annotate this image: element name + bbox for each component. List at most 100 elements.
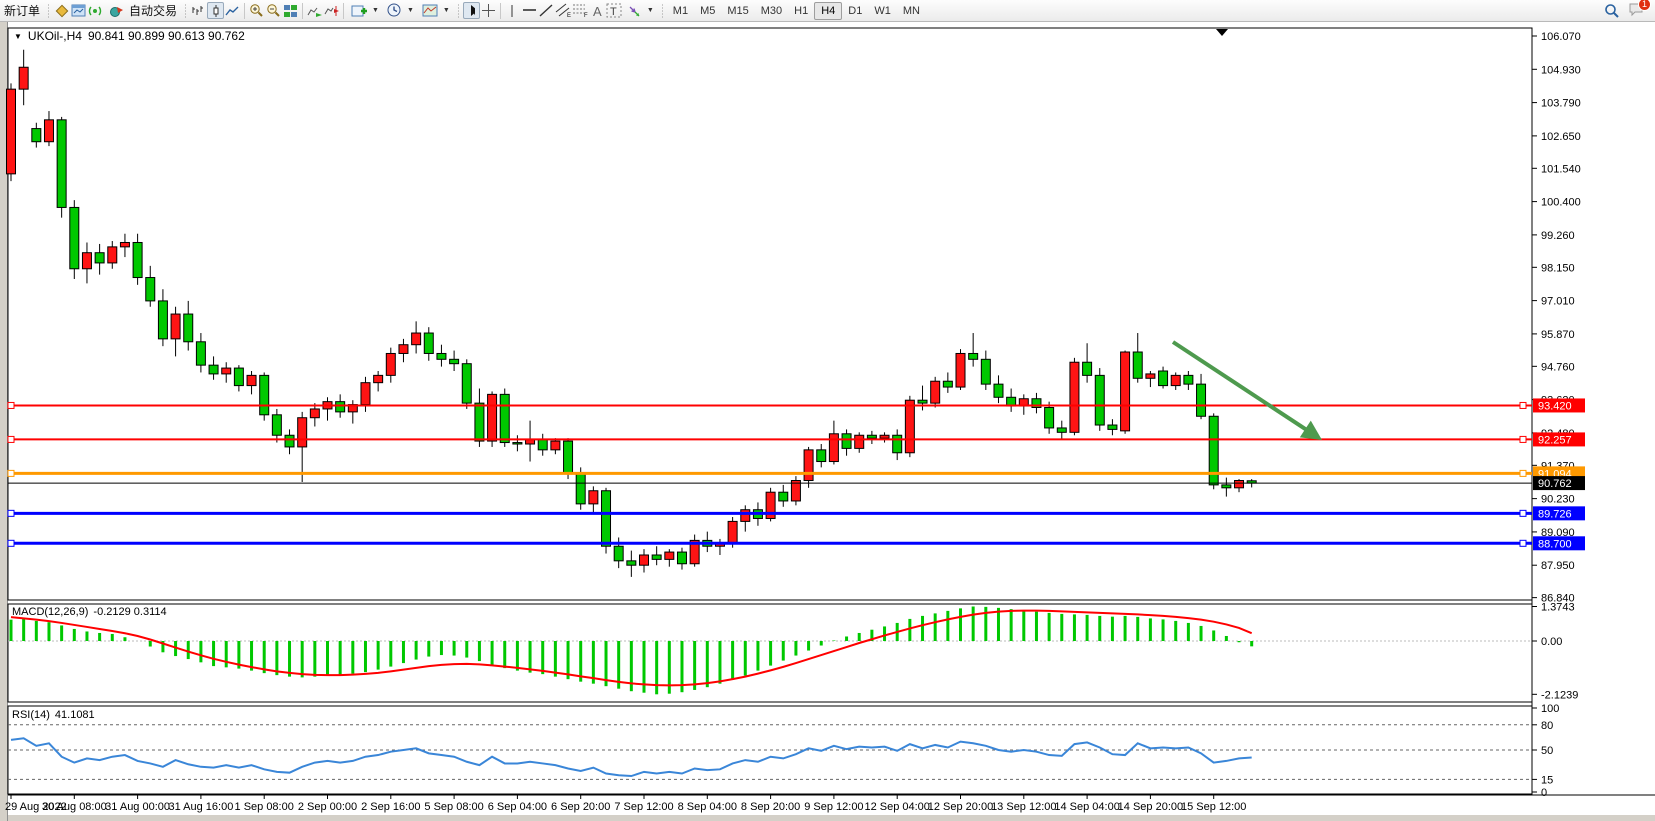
svg-text:90.762: 90.762	[1538, 478, 1572, 490]
text-icon[interactable]: A	[589, 2, 606, 19]
new-window-icon[interactable]	[70, 2, 87, 19]
svg-text:50: 50	[1541, 745, 1553, 757]
chevron-down-icon: ▼	[372, 7, 379, 14]
time-axis[interactable]: 29 Aug 202230 Aug 08:0031 Aug 00:0031 Au…	[5, 795, 1246, 813]
main-toolbar: 新订单 自动交易 ▼	[0, 0, 1655, 22]
svg-text:95.870: 95.870	[1541, 329, 1575, 341]
timeframe-m30[interactable]: M30	[755, 2, 788, 20]
cursor-icon[interactable]	[463, 2, 480, 19]
toolbar-grip	[46, 3, 51, 19]
svg-text:90.230: 90.230	[1541, 494, 1575, 506]
svg-text:101.540: 101.540	[1541, 163, 1581, 175]
chevron-down-icon: ▼	[443, 7, 450, 14]
timeframe-h4[interactable]: H4	[814, 2, 842, 20]
candlestick-chart-icon[interactable]	[207, 2, 224, 19]
text-label-icon[interactable]: T	[606, 2, 623, 19]
svg-text:7 Sep 12:00: 7 Sep 12:00	[614, 801, 673, 813]
svg-text:2 Sep 00:00: 2 Sep 00:00	[298, 801, 357, 813]
auto-scroll-icon[interactable]	[306, 2, 323, 19]
line-chart-icon[interactable]	[224, 2, 241, 19]
fibonacci-icon[interactable]: F	[572, 2, 589, 19]
auto-trading-label: 自动交易	[129, 2, 177, 19]
timeframe-m15[interactable]: M15	[721, 2, 754, 20]
symbol-readout[interactable]: ▼ UKOil-,H4 90.841 90.899 90.613 90.762	[14, 29, 245, 43]
svg-text:14 Sep 04:00: 14 Sep 04:00	[1054, 801, 1119, 813]
svg-text:2 Sep 16:00: 2 Sep 16:00	[361, 801, 420, 813]
timeframe-w1[interactable]: W1	[868, 2, 897, 20]
svg-text:98.150: 98.150	[1541, 262, 1575, 274]
new-order-label: 新订单	[4, 2, 40, 19]
search-icon[interactable]	[1603, 2, 1620, 19]
svg-text:88.700: 88.700	[1538, 538, 1572, 550]
svg-text:6 Sep 20:00: 6 Sep 20:00	[551, 801, 610, 813]
timeframe-m5[interactable]: M5	[694, 2, 721, 20]
toolbar-grip	[183, 3, 188, 19]
toolbar-grip	[660, 3, 665, 19]
svg-text:12 Sep 04:00: 12 Sep 04:00	[864, 801, 929, 813]
svg-text:E: E	[567, 13, 571, 18]
timeframe-h1[interactable]: H1	[788, 2, 814, 20]
svg-text:94.760: 94.760	[1541, 361, 1575, 373]
svg-text:93.420: 93.420	[1538, 400, 1572, 412]
chart-canvas[interactable]: 106.070104.930103.790102.650101.540100.4…	[0, 22, 1655, 821]
notifications-button[interactable]: 1	[1628, 2, 1645, 20]
symbol-label: UKOil-,H4	[28, 29, 82, 43]
timeframe-mn[interactable]: MN	[897, 2, 926, 20]
periods-button[interactable]: ▼	[383, 1, 418, 21]
horizontal-line-icon[interactable]	[521, 2, 538, 19]
svg-text:1.3743: 1.3743	[1541, 602, 1575, 614]
auto-trading-icon	[108, 2, 125, 19]
symbol-dropdown-icon[interactable]: ▼	[14, 32, 22, 41]
svg-text:103.790: 103.790	[1541, 98, 1581, 110]
trendline-icon[interactable]	[538, 2, 555, 19]
svg-text:8 Sep 20:00: 8 Sep 20:00	[741, 801, 800, 813]
zoom-in-icon[interactable]	[248, 2, 265, 19]
svg-text:14 Sep 20:00: 14 Sep 20:00	[1118, 801, 1183, 813]
signals-icon[interactable]	[87, 2, 104, 19]
svg-text:8 Sep 04:00: 8 Sep 04:00	[678, 801, 737, 813]
svg-text:104.930: 104.930	[1541, 64, 1581, 76]
svg-text:102.650: 102.650	[1541, 131, 1581, 143]
equidistant-channel-icon[interactable]: E	[555, 2, 572, 19]
timeframe-d1[interactable]: D1	[842, 2, 868, 20]
svg-text:1 Sep 08:00: 1 Sep 08:00	[235, 801, 294, 813]
timeframe-m1[interactable]: M1	[667, 2, 694, 20]
svg-text:100: 100	[1541, 703, 1559, 715]
macd-name: MACD(12,26,9)	[12, 606, 88, 618]
svg-text:89.726: 89.726	[1538, 508, 1572, 520]
chevron-down-icon: ▼	[647, 7, 654, 14]
bar-chart-icon[interactable]	[190, 2, 207, 19]
chart-shift-icon[interactable]	[323, 2, 340, 19]
crosshair-icon[interactable]	[480, 2, 497, 19]
svg-text:30 Aug 08:00: 30 Aug 08:00	[42, 801, 107, 813]
vertical-line-icon[interactable]	[504, 2, 521, 19]
rsi-name: RSI(14)	[12, 709, 50, 721]
macd-values: -0.2129 0.3114	[93, 606, 166, 618]
svg-text:15: 15	[1541, 774, 1553, 786]
svg-text:87.950: 87.950	[1541, 560, 1575, 572]
auto-trading-button[interactable]: 自动交易	[104, 1, 181, 21]
tile-windows-icon[interactable]	[282, 2, 299, 19]
zoom-out-icon[interactable]	[265, 2, 282, 19]
new-order-button[interactable]: 新订单	[0, 1, 44, 21]
svg-text:A: A	[593, 4, 602, 18]
svg-text:97.010: 97.010	[1541, 296, 1575, 308]
svg-text:31 Aug 16:00: 31 Aug 16:00	[168, 801, 233, 813]
arrows-tool-button[interactable]: ▼	[623, 1, 658, 21]
new-chart-button[interactable]: ▼	[347, 1, 383, 21]
svg-text:-2.1239: -2.1239	[1541, 689, 1578, 701]
svg-text:92.257: 92.257	[1538, 434, 1572, 446]
notification-badge: 1	[1638, 0, 1651, 11]
rsi-indicator-label: RSI(14) 41.1081	[12, 709, 95, 721]
charts-cascade-icon[interactable]	[53, 2, 70, 19]
svg-text:15 Sep 12:00: 15 Sep 12:00	[1181, 801, 1246, 813]
svg-text:6 Sep 04:00: 6 Sep 04:00	[488, 801, 547, 813]
chart-window: ▼ UKOil-,H4 90.841 90.899 90.613 90.762 …	[0, 22, 1655, 821]
svg-text:0: 0	[1541, 787, 1547, 799]
svg-text:100.400: 100.400	[1541, 197, 1581, 209]
svg-text:80: 80	[1541, 720, 1553, 732]
toolbar-grip	[456, 3, 461, 19]
chevron-down-icon: ▼	[407, 7, 414, 14]
templates-button[interactable]: ▼	[418, 1, 454, 21]
svg-text:31 Aug 00:00: 31 Aug 00:00	[105, 801, 170, 813]
